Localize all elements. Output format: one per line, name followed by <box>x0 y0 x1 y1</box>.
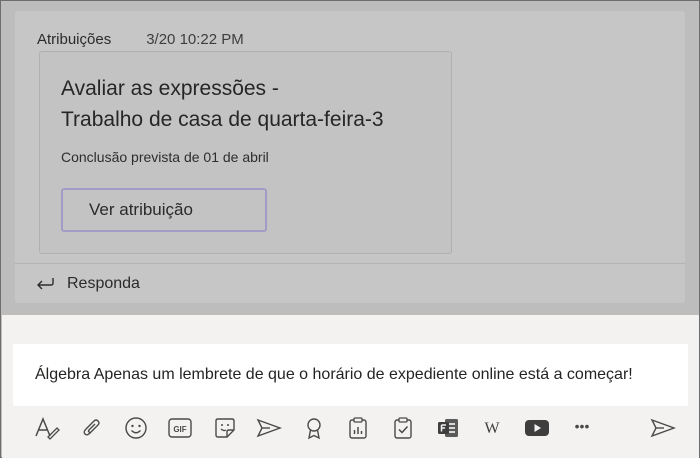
forms-icon <box>438 419 458 437</box>
assignments-button[interactable] <box>388 413 418 443</box>
emoji-icon <box>125 417 147 439</box>
post-author[interactable]: Atribuições <box>37 31 111 48</box>
compose-area: Álgebra Apenas um lembrete de que o horá… <box>2 315 699 458</box>
svg-text:GIF: GIF <box>173 425 186 434</box>
format-icon <box>35 417 60 440</box>
sticker-icon <box>215 418 235 438</box>
assignment-due-date: Conclusão prevista de 01 de abril <box>61 149 269 165</box>
assignment-card: Avaliar as expressões - Trabalho de casa… <box>39 51 452 254</box>
emoji-button[interactable] <box>121 413 151 443</box>
send-button[interactable] <box>648 413 678 443</box>
attach-button[interactable] <box>77 413 107 443</box>
more-options-button[interactable]: ••• <box>567 413 597 443</box>
assignment-title-line2: Trabalho de casa de quarta-feira-3 <box>61 108 384 131</box>
svg-text:•••: ••• <box>575 423 590 433</box>
wikipedia-button[interactable]: W <box>477 413 507 443</box>
insights-icon <box>349 417 367 439</box>
more-icon: ••• <box>575 423 590 433</box>
praise-button[interactable] <box>299 413 329 443</box>
wikipedia-icon: W <box>484 420 500 437</box>
insights-button[interactable] <box>343 413 373 443</box>
assignment-title-line1: Avaliar as expressões - <box>61 77 279 100</box>
gif-icon: GIF <box>168 418 192 438</box>
attach-icon <box>83 419 100 436</box>
assignment-title: Avaliar as expressões - Trabalho de casa… <box>61 73 384 135</box>
meet-now-button[interactable] <box>254 413 284 443</box>
svg-text:W: W <box>484 420 500 437</box>
youtube-button[interactable] <box>522 413 552 443</box>
message-input[interactable]: Álgebra Apenas um lembrete de que o horá… <box>13 344 688 406</box>
assignments-icon <box>394 417 412 439</box>
gif-button[interactable]: GIF <box>165 413 195 443</box>
reply-bar[interactable]: Responda <box>15 263 685 303</box>
reply-label: Responda <box>67 274 140 292</box>
compose-toolbar: GIF W ••• <box>2 413 699 445</box>
teams-channel-window: Atribuições 3/20 10:22 PM Avaliar as exp… <box>0 0 700 458</box>
meet-icon <box>256 418 282 438</box>
youtube-icon <box>525 420 549 436</box>
send-icon <box>650 418 676 438</box>
forms-button[interactable] <box>433 413 463 443</box>
post-header: Atribuições 3/20 10:22 PM <box>37 31 244 48</box>
format-button[interactable] <box>32 413 62 443</box>
reply-icon <box>37 277 54 289</box>
view-assignment-button[interactable]: Ver atribuição <box>61 188 267 232</box>
post-timestamp: 3/20 10:22 PM <box>146 31 244 48</box>
channel-post: Atribuições 3/20 10:22 PM Avaliar as exp… <box>15 11 685 303</box>
praise-icon <box>307 418 321 440</box>
sticker-button[interactable] <box>210 413 240 443</box>
